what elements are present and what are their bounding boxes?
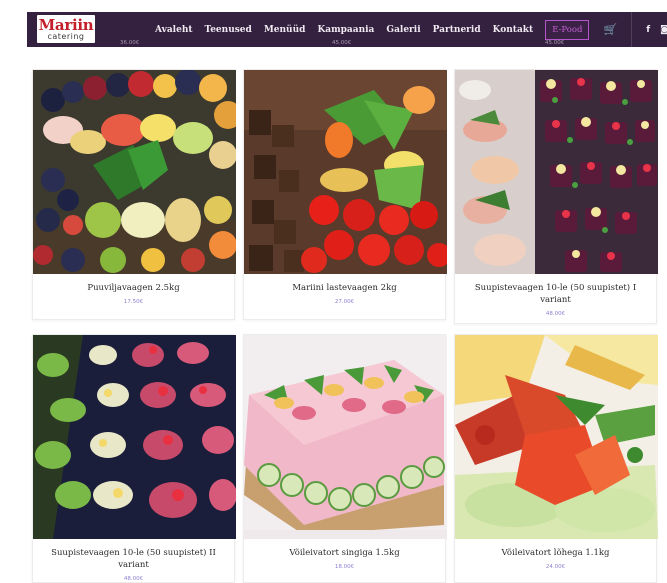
product-image[interactable] [244, 335, 447, 539]
product-card[interactable]: Võileivatort singiga 1.5kg 18.00€ [243, 334, 447, 583]
nav-divider [631, 12, 633, 47]
nav-item-kontakt[interactable]: Kontakt [493, 25, 534, 35]
product-card[interactable]: Suupistevaagen 10-le (50 suupistet) I va… [454, 69, 658, 324]
brand-logo[interactable]: Mariin catering [37, 15, 95, 43]
nav-item-galerii[interactable]: Galerii [386, 25, 420, 35]
nav-item-teenused[interactable]: Teenused [205, 25, 252, 35]
product-card[interactable]: Võileivatort lõhega 1.1kg 24.00€ [454, 334, 658, 583]
product-title[interactable]: Võileivatort lõhega 1.1kg [461, 547, 650, 559]
nav-item-partnerid[interactable]: Partnerid [433, 25, 481, 35]
product-price: 48.00€ [123, 576, 144, 582]
nav-item-menuud[interactable]: Menüüd [264, 25, 306, 35]
product-title[interactable]: Suupistevaagen 10-le (50 suupistet) I va… [461, 282, 650, 306]
partial-price: 36.00€ [120, 40, 140, 46]
partial-price: 45.00€ [332, 40, 352, 46]
product-card[interactable]: Mariini lastevaagen 2kg 27.00€ [243, 69, 447, 320]
product-price: 48.00€ [545, 311, 566, 317]
partial-price: 45.00€ [545, 40, 565, 46]
product-image[interactable] [33, 70, 236, 274]
instagram-icon[interactable]: ◙ [660, 25, 667, 35]
product-title[interactable]: Võileivatort singiga 1.5kg [250, 547, 439, 559]
product-price: 27.00€ [334, 299, 355, 305]
product-price: 18.00€ [334, 564, 355, 570]
product-title[interactable]: Suupistevaagen 10-le (50 suupistet) II v… [39, 547, 228, 571]
product-image[interactable] [455, 70, 658, 274]
product-image[interactable] [455, 335, 658, 539]
brand-tagline: catering [47, 31, 85, 41]
product-price: 24.00€ [545, 564, 566, 570]
product-price: 17.50€ [123, 299, 144, 305]
shopping-cart-icon[interactable]: 🛒 [603, 23, 617, 36]
nav-menu: Avaleht Teenused Menüüd Kampaania Galeri… [155, 12, 667, 47]
nav-item-avaleht[interactable]: Avaleht [155, 25, 193, 35]
nav-item-kampaania[interactable]: Kampaania [317, 25, 374, 35]
product-title[interactable]: Puuviljavaagen 2.5kg [39, 282, 228, 294]
facebook-icon[interactable]: f [646, 25, 650, 35]
product-card[interactable]: Puuviljavaagen 2.5kg 17.50€ [32, 69, 236, 320]
product-title[interactable]: Mariini lastevaagen 2kg [250, 282, 439, 294]
brand-name: Mariin [38, 15, 94, 34]
product-card[interactable]: Suupistevaagen 10-le (50 suupistet) II v… [32, 334, 236, 583]
eshop-button[interactable]: E-Pood [545, 19, 590, 40]
product-image[interactable] [244, 70, 447, 274]
product-image[interactable] [33, 335, 236, 539]
